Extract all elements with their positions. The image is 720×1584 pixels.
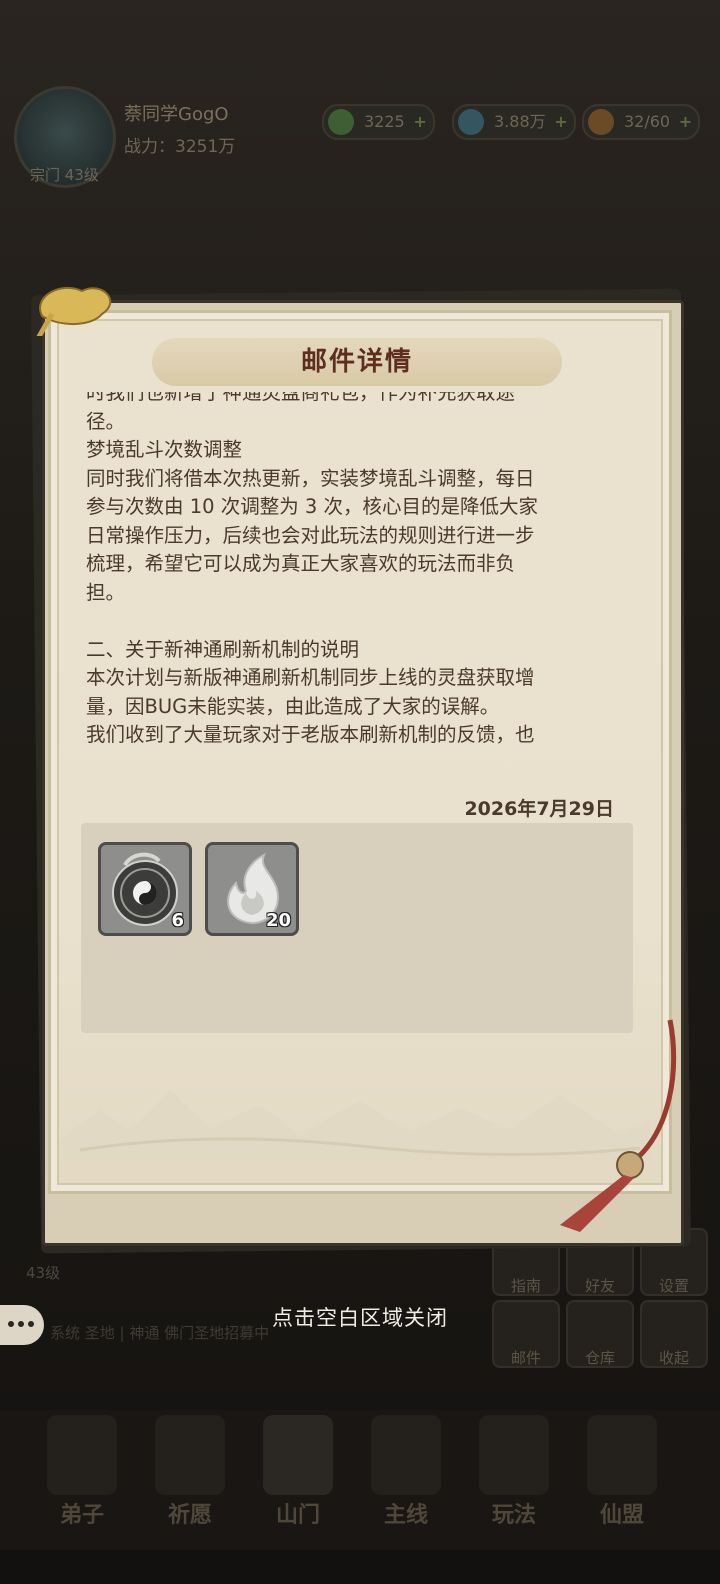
collapse-label: 收起 — [658, 1349, 689, 1367]
peach-icon — [588, 109, 614, 135]
plus-icon[interactable]: + — [554, 106, 567, 138]
system-nav-bar — [0, 1550, 720, 1584]
mail-label: 邮件 — [510, 1349, 541, 1367]
item-count: 6 — [171, 910, 184, 931]
close-hint[interactable]: 点击空白区域关闭 — [0, 1302, 720, 1332]
mail-line: 二、关于新神通刷新机制的说明 — [86, 637, 360, 661]
nav-gameplay[interactable]: 玩法 — [464, 1415, 564, 1535]
resource-stamina[interactable]: 32/60 + — [582, 104, 701, 140]
plus-icon[interactable]: + — [679, 106, 692, 138]
attachment-item[interactable]: 20 — [205, 842, 299, 936]
disciple-icon — [47, 1415, 117, 1495]
gate-icon — [263, 1415, 333, 1495]
mail-line: 径。 — [86, 409, 126, 433]
guide-label: 指南 — [510, 1277, 541, 1295]
quest-icon — [371, 1415, 441, 1495]
mail-line: 我们收到了大量玩家对于老版本刷新机制的反馈，也 — [86, 723, 535, 746]
nav-label: 弟子 — [59, 1503, 104, 1528]
tassel-decoration — [560, 1019, 677, 1232]
storage-label: 仓库 — [584, 1349, 615, 1367]
mail-line: 同时我们将借本次热更新，实装梦境乱斗调整，每日 — [86, 466, 535, 490]
mail-line: 梦境乱斗次数调整 — [86, 438, 243, 461]
bottom-level: 43级 — [26, 1264, 61, 1282]
resource-value: 3225 — [364, 112, 405, 131]
resource-spirit-stone[interactable]: 3.88万 + — [452, 104, 576, 140]
attachment-item[interactable]: 6 — [98, 842, 192, 936]
resource-value: 32/60 — [624, 112, 671, 131]
nav-label: 山门 — [275, 1503, 320, 1528]
spirit-stone-icon — [458, 109, 484, 135]
mail-line: 担。 — [86, 580, 126, 604]
gameplay-icon — [479, 1415, 549, 1495]
mail-body[interactable]: 时我们也新增了神通灵盘商礼包，作为补充获取途 径。 梦境乱斗次数调整 同时我们将… — [86, 392, 636, 752]
nav-disciples[interactable]: 弟子 — [32, 1415, 132, 1535]
nav-label: 玩法 — [491, 1503, 536, 1528]
alliance-icon — [587, 1415, 657, 1495]
cloth-knot-icon — [36, 286, 112, 336]
resource-jade[interactable]: 3225 + — [322, 104, 435, 140]
wish-icon — [155, 1415, 225, 1495]
settings-label: 设置 — [658, 1277, 689, 1295]
mail-line: 时我们也新增了神通灵盘商礼包，作为补充获取途 — [86, 392, 516, 404]
nav-label: 祈愿 — [167, 1503, 212, 1528]
nav-alliance[interactable]: 仙盟 — [572, 1415, 672, 1535]
nav-label: 仙盟 — [599, 1503, 644, 1528]
item-count: 20 — [265, 910, 291, 931]
mail-line — [86, 607, 636, 636]
mail-line: 日常操作压力，后续也会对此玩法的规则进行进一步 — [86, 523, 535, 547]
plus-icon[interactable]: + — [413, 106, 426, 138]
dialog-title: 邮件详情 — [300, 347, 413, 377]
jade-icon — [328, 109, 354, 135]
player-power: 战力：3251万 — [124, 137, 236, 157]
mail-line: 梳理，希望它可以成为真正大家喜欢的玩法而非负 — [86, 552, 516, 575]
player-name: 萘同学GogO — [124, 104, 229, 125]
mail-line: 量，因BUG未能实装，由此造成了大家的误解。 — [86, 694, 500, 718]
friends-label: 好友 — [584, 1277, 615, 1295]
mail-line: 本次计划与新版神通刷新机制同步上线的灵盘获取增 — [86, 666, 535, 689]
nav-label: 主线 — [383, 1503, 428, 1528]
sect-level: 宗门 43级 — [30, 166, 99, 184]
resource-value: 3.88万 — [494, 112, 546, 131]
nav-sect-gate[interactable]: 山门 — [248, 1415, 348, 1535]
nav-main-quest[interactable]: 主线 — [356, 1415, 456, 1535]
nav-wish[interactable]: 祈愿 — [140, 1415, 240, 1535]
mail-line: 参与次数由 10 次调整为 3 次，核心目的是降低大家 — [86, 495, 539, 518]
mail-date: 2026年7月29日 — [464, 798, 614, 820]
